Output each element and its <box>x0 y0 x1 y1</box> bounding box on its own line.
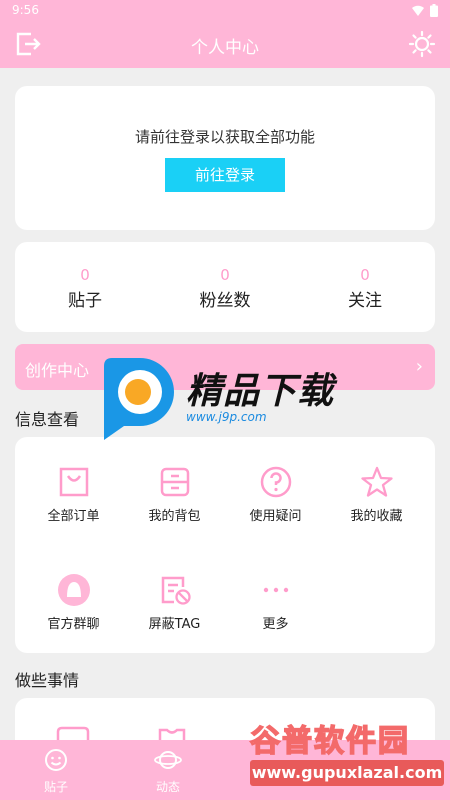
question-icon <box>260 466 291 498</box>
star-icon <box>360 466 393 497</box>
do-section-title: 做些事情 <box>15 671 80 690</box>
grid-item-label: 使用疑问 <box>249 509 302 524</box>
nav-label: 动态 <box>155 780 180 794</box>
block-tag-icon <box>161 576 191 605</box>
grid-item-label: 全部订单 <box>47 509 100 524</box>
grid-item-label: 我的收藏 <box>350 509 403 524</box>
info-card: 全部订单 我的背包 使用疑问 我的收藏 官方群聊 屏蔽TAG 更多 <box>15 437 435 653</box>
status-bar: 9:56 <box>0 0 450 20</box>
stat-label: 贴子 <box>68 291 102 311</box>
nav-feed[interactable]: 动态 <box>138 748 198 795</box>
stat-following[interactable]: 0 关注 <box>295 242 435 332</box>
page-title: 个人中心 <box>191 38 259 58</box>
login-button[interactable]: 前往登录 <box>165 158 285 192</box>
grid-item-label: 更多 <box>262 617 289 632</box>
planet-icon <box>154 751 182 769</box>
grid-item-orders[interactable]: 全部订单 <box>21 465 126 524</box>
watermark-brand: 精品下载 <box>186 371 335 412</box>
battery-icon <box>430 4 438 17</box>
chevron-right-icon: › <box>415 356 423 377</box>
shopping-bag-icon <box>59 467 88 497</box>
stat-fans[interactable]: 0 粉丝数 <box>155 242 295 332</box>
stat-count: 0 <box>220 266 230 284</box>
stat-label: 粉丝数 <box>199 291 251 311</box>
watermark-url: www.gupuxlazal.com <box>250 760 444 786</box>
backpack-icon <box>160 467 189 497</box>
p-logo-icon <box>104 358 174 440</box>
brightness-icon[interactable] <box>408 30 436 58</box>
app-bar: 个人中心 <box>0 20 450 68</box>
grid-item-backpack[interactable]: 我的背包 <box>122 465 227 524</box>
grid-item-more[interactable]: 更多 <box>223 573 328 632</box>
nav-label: 贴子 <box>43 780 68 794</box>
grid-item-favorites[interactable]: 我的收藏 <box>324 465 429 524</box>
stat-count: 0 <box>80 266 90 284</box>
watermark-j9p: 精品下载 www.j9p.com <box>98 356 368 446</box>
login-card: 请前往登录以获取全部功能 前往登录 <box>15 86 435 230</box>
watermark-url: www.j9p.com <box>186 410 267 424</box>
grid-item-group-chat[interactable]: 官方群聊 <box>21 573 126 632</box>
info-section-title: 信息查看 <box>15 410 80 429</box>
wifi-icon <box>412 5 424 16</box>
chat-group-icon <box>57 574 90 606</box>
watermark-gupu: 谷普软件园 www.gupuxlazal.com <box>246 716 450 800</box>
stat-posts[interactable]: 0 贴子 <box>15 242 155 332</box>
more-icon <box>263 587 288 593</box>
smile-icon <box>45 749 67 771</box>
status-time: 9:56 <box>12 3 39 17</box>
grid-item-block-tag[interactable]: 屏蔽TAG <box>122 573 227 632</box>
nav-posts[interactable]: 贴子 <box>26 748 86 795</box>
grid-item-help[interactable]: 使用疑问 <box>223 465 328 524</box>
login-prompt: 请前往登录以获取全部功能 <box>134 128 315 146</box>
grid-item-label: 屏蔽TAG <box>148 617 201 632</box>
grid-item-label: 我的背包 <box>148 509 201 524</box>
stat-label: 关注 <box>348 291 382 311</box>
grid-item-label: 官方群聊 <box>47 617 100 632</box>
creation-center-label: 创作中心 <box>25 361 90 380</box>
stats-card: 0 贴子 0 粉丝数 0 关注 <box>15 242 435 332</box>
watermark-brand: 谷普软件园 <box>249 723 410 760</box>
system-icons <box>412 4 438 17</box>
stat-count: 0 <box>360 266 370 284</box>
